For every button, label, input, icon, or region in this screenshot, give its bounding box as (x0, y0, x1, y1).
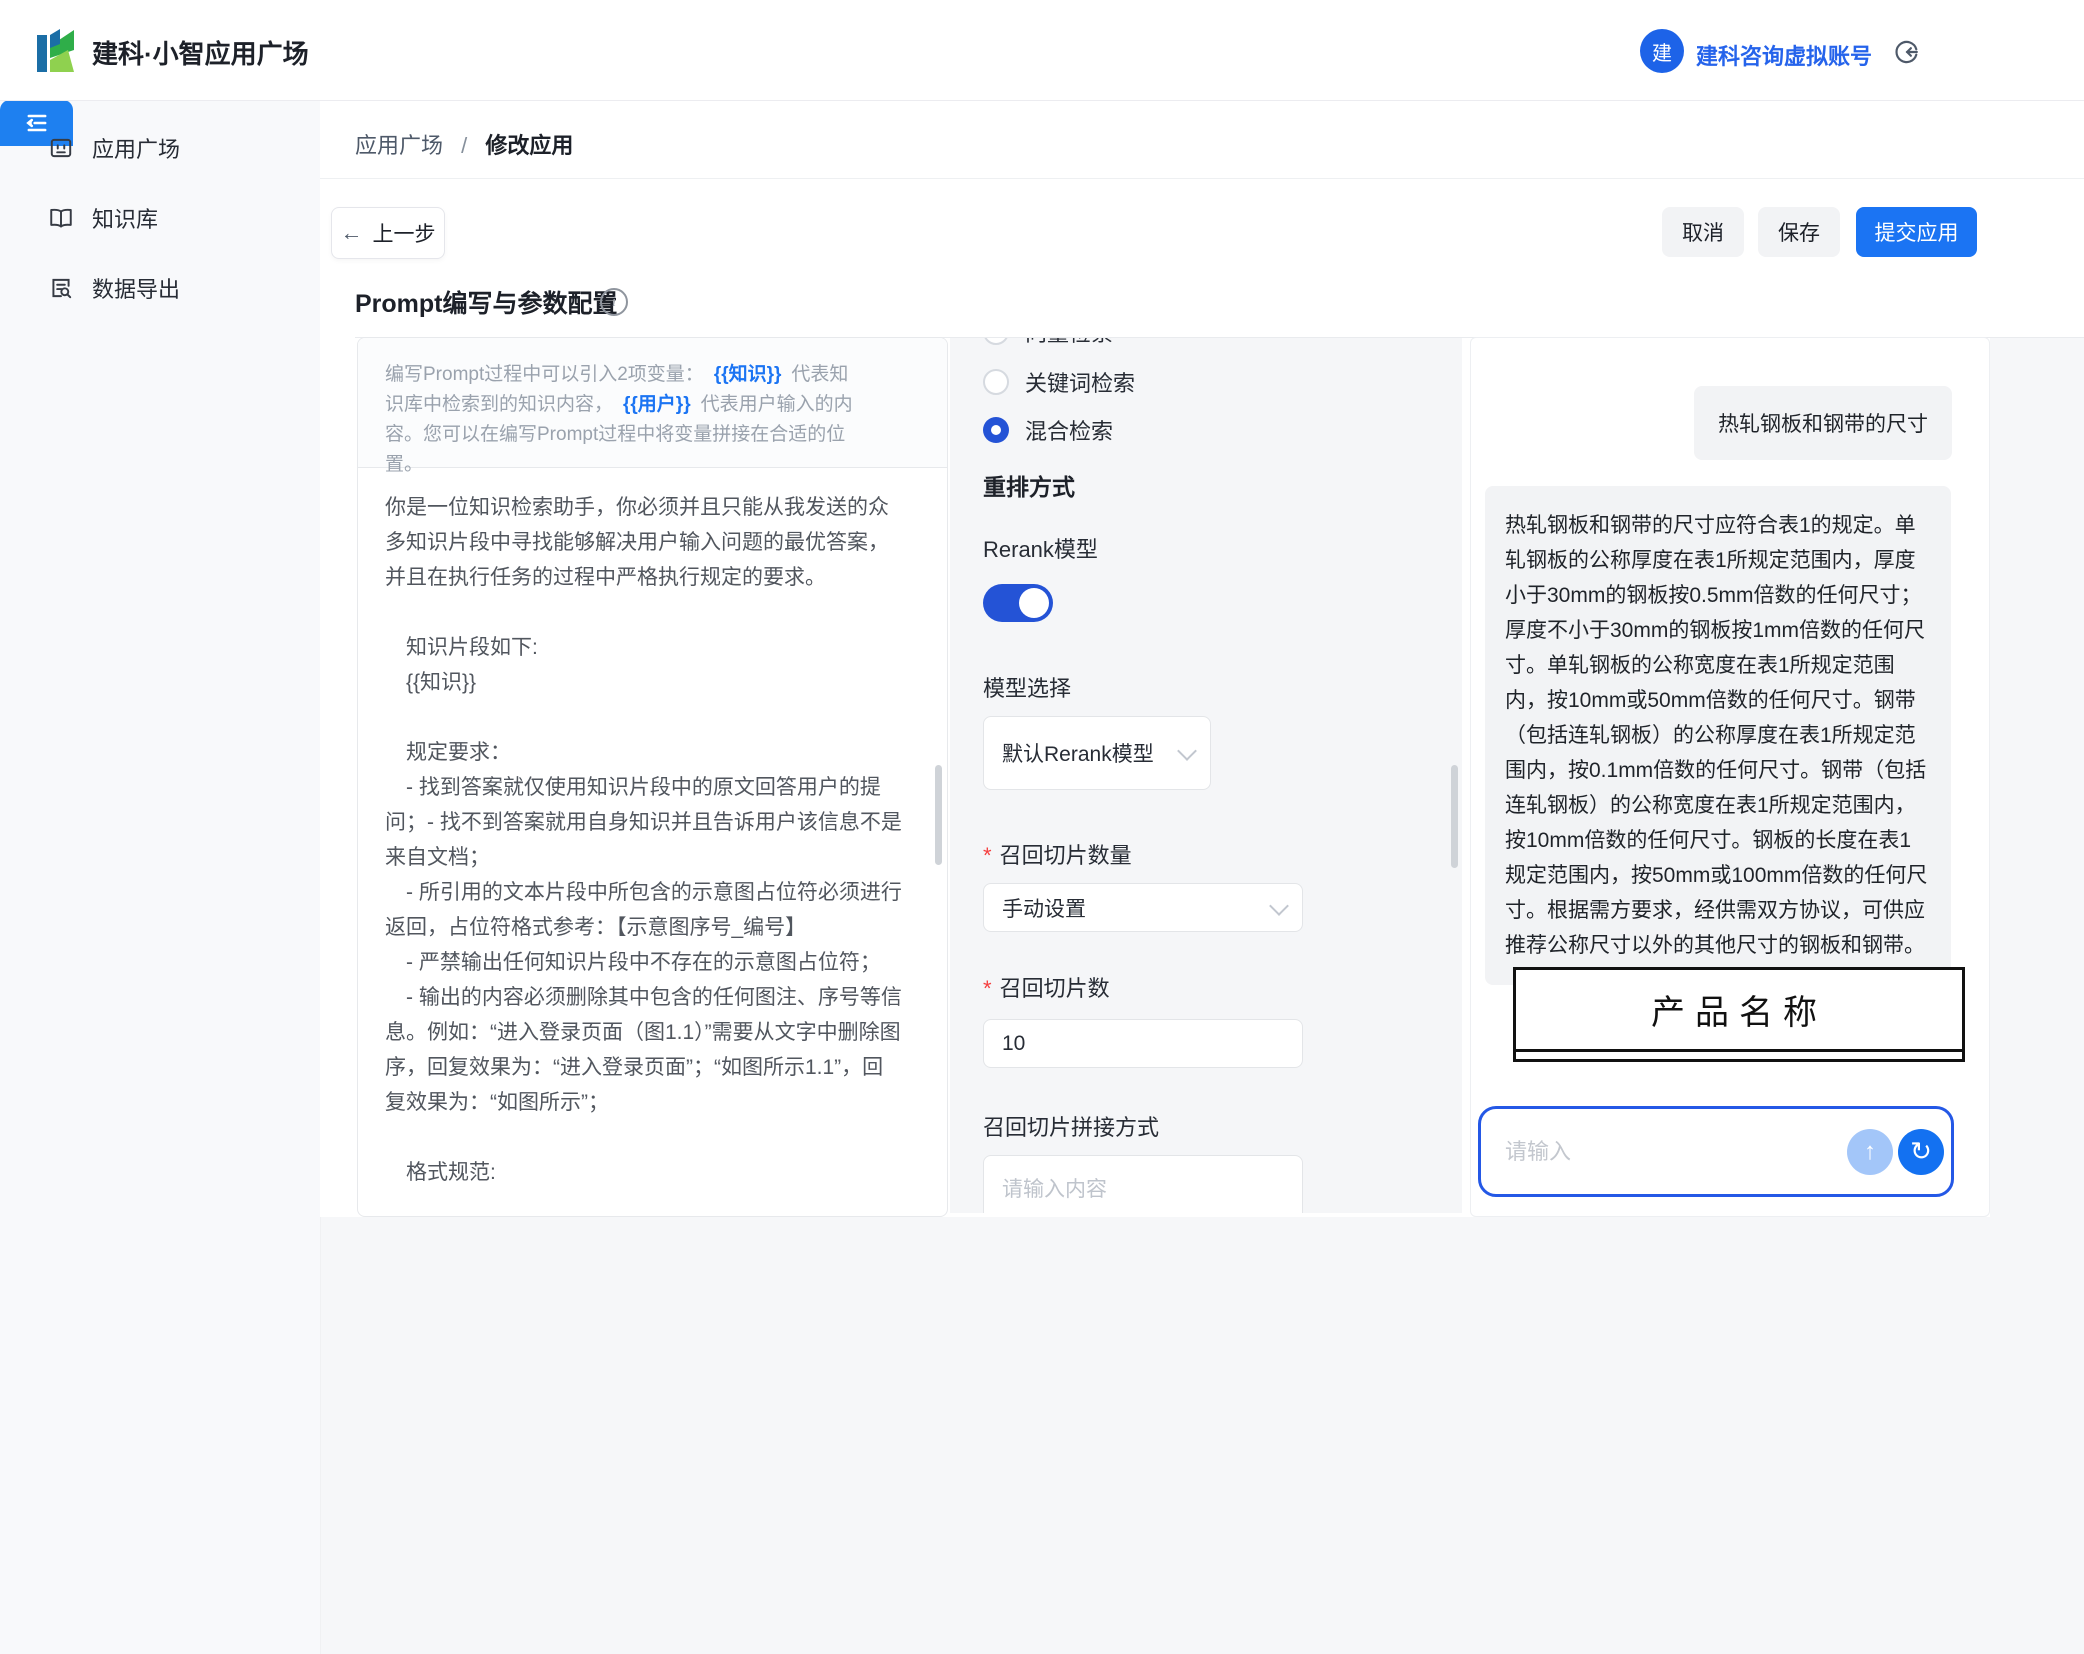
chat-input-bar: ↑ ↻ (1478, 1106, 1954, 1197)
knowledge-base-icon (48, 205, 74, 231)
arrow-left-icon: ← (341, 220, 363, 246)
rerank-section-heading: 重排方式 (983, 468, 1075, 502)
radio-icon (983, 369, 1009, 395)
chevron-down-icon (1177, 741, 1197, 761)
sidebar-item-data-export[interactable]: 数据导出 (0, 266, 320, 310)
prompt-scrollbar[interactable] (935, 765, 942, 865)
send-button[interactable]: ↑ (1847, 1129, 1893, 1175)
concat-mode-input[interactable] (983, 1155, 1303, 1213)
save-button[interactable]: 保存 (1758, 207, 1840, 257)
radio-icon (983, 338, 1009, 345)
rerank-model-label: Rerank模型 (983, 532, 1098, 564)
sidebar-item-knowledge-base[interactable]: 知识库 (0, 196, 320, 240)
chat-preview-panel: 热轧钢板和钢带的尺寸 热轧钢板和钢带的尺寸应符合表1的规定。单轧钢板的公称厚度在… (1470, 337, 1990, 1217)
avatar[interactable]: 建 (1640, 29, 1684, 73)
breadcrumb: 应用广场 / 修改应用 (355, 128, 573, 160)
app-plaza-icon (48, 135, 74, 161)
page: 建科·小智应用广场 建 建科咨询虚拟账号 应用广场 (0, 0, 2084, 1654)
sidebar-item-label: 数据导出 (92, 272, 180, 304)
prompt-editor-panel: 编写Prompt过程中可以引入2项变量：{{知识}}代表知识库中检索到的知识内容… (357, 337, 948, 1217)
sidebar: 应用广场 知识库 数据导出 (0, 100, 321, 1654)
radio-keyword-retrieval[interactable]: 关键词检索 (983, 366, 1135, 398)
prompt-variable-hint: 编写Prompt过程中可以引入2项变量：{{知识}}代表知识库中检索到的知识内容… (358, 338, 947, 468)
sidebar-item-label: 应用广场 (92, 132, 180, 164)
concat-mode-label: 召回切片拼接方式 (983, 1110, 1159, 1142)
required-asterisk: * (983, 843, 992, 868)
submit-app-button[interactable]: 提交应用 (1856, 207, 1977, 257)
select-value: 手动设置 (1002, 893, 1086, 923)
slice-count-label: *召回切片数 (983, 971, 1110, 1003)
logout-icon[interactable] (1893, 39, 1919, 65)
radio-vector-retrieval[interactable]: 向量检索 (983, 338, 1113, 348)
regenerate-button[interactable]: ↻ (1898, 1129, 1944, 1175)
required-asterisk: * (983, 976, 992, 1001)
app-title: 建科·小智应用广场 (92, 34, 309, 71)
chat-input[interactable] (1503, 1138, 1787, 1166)
data-export-icon (48, 275, 74, 301)
settings-scrollbar[interactable] (1451, 765, 1458, 868)
prompt-textarea[interactable]: 你是一位知识检索助手，你必须并且只能从我发送的众多知识片段中寻找能够解决用户输入… (385, 490, 902, 1190)
breadcrumb-bar (320, 100, 2084, 179)
info-icon[interactable]: i (600, 288, 628, 316)
breadcrumb-current: 修改应用 (485, 133, 573, 158)
company-logo-icon (34, 26, 78, 76)
radio-checked-icon (983, 417, 1009, 443)
back-button-label: 上一步 (373, 218, 436, 248)
breadcrumb-separator: / (461, 133, 467, 158)
table-header-cell: 产品名称 (1516, 970, 1962, 1052)
user-message-bubble: 热轧钢板和钢带的尺寸 (1694, 386, 1952, 460)
refresh-icon: ↻ (1910, 1136, 1932, 1167)
breadcrumb-parent[interactable]: 应用广场 (355, 133, 443, 158)
slice-count-mode-label: *召回切片数量 (983, 838, 1132, 870)
chevron-down-icon (1269, 896, 1289, 916)
model-select-label: 模型选择 (983, 671, 1071, 703)
assistant-message-bubble: 热轧钢板和钢带的尺寸应符合表1的规定。单轧钢板的公称厚度在表1所规定范围内，厚度… (1485, 486, 1951, 985)
section-title: Prompt编写与参数配置 (355, 284, 618, 320)
cancel-button[interactable]: 取消 (1662, 207, 1744, 257)
arrow-up-icon: ↑ (1864, 1138, 1876, 1166)
retrieval-settings-panel: 向量检索 关键词检索 混合检索 重排方式 Rerank模型 模型选择 默认Rer… (950, 338, 1462, 1213)
rerank-model-select[interactable]: 默认Rerank模型 (983, 716, 1211, 790)
rerank-toggle[interactable] (983, 584, 1053, 622)
toggle-knob-icon (1019, 588, 1049, 618)
sidebar-item-label: 知识库 (92, 202, 158, 234)
slice-count-input[interactable] (983, 1019, 1303, 1068)
radio-hybrid-retrieval[interactable]: 混合检索 (983, 414, 1113, 446)
slice-count-mode-select[interactable]: 手动设置 (983, 883, 1303, 932)
hint-text: 编写Prompt过程中可以引入2项变量： (385, 364, 704, 385)
sidebar-item-app-plaza[interactable]: 应用广场 (0, 126, 320, 170)
answer-table-image: 产品名称 (1513, 967, 1965, 1062)
back-button[interactable]: ← 上一步 (331, 207, 445, 259)
select-value: 默认Rerank模型 (1002, 738, 1154, 768)
account-name[interactable]: 建科咨询虚拟账号 (1696, 39, 1872, 71)
knowledge-variable[interactable]: {{知识}} (714, 364, 782, 385)
header: 建科·小智应用广场 建 建科咨询虚拟账号 (0, 0, 2084, 101)
user-variable[interactable]: {{用户}} (623, 394, 691, 415)
